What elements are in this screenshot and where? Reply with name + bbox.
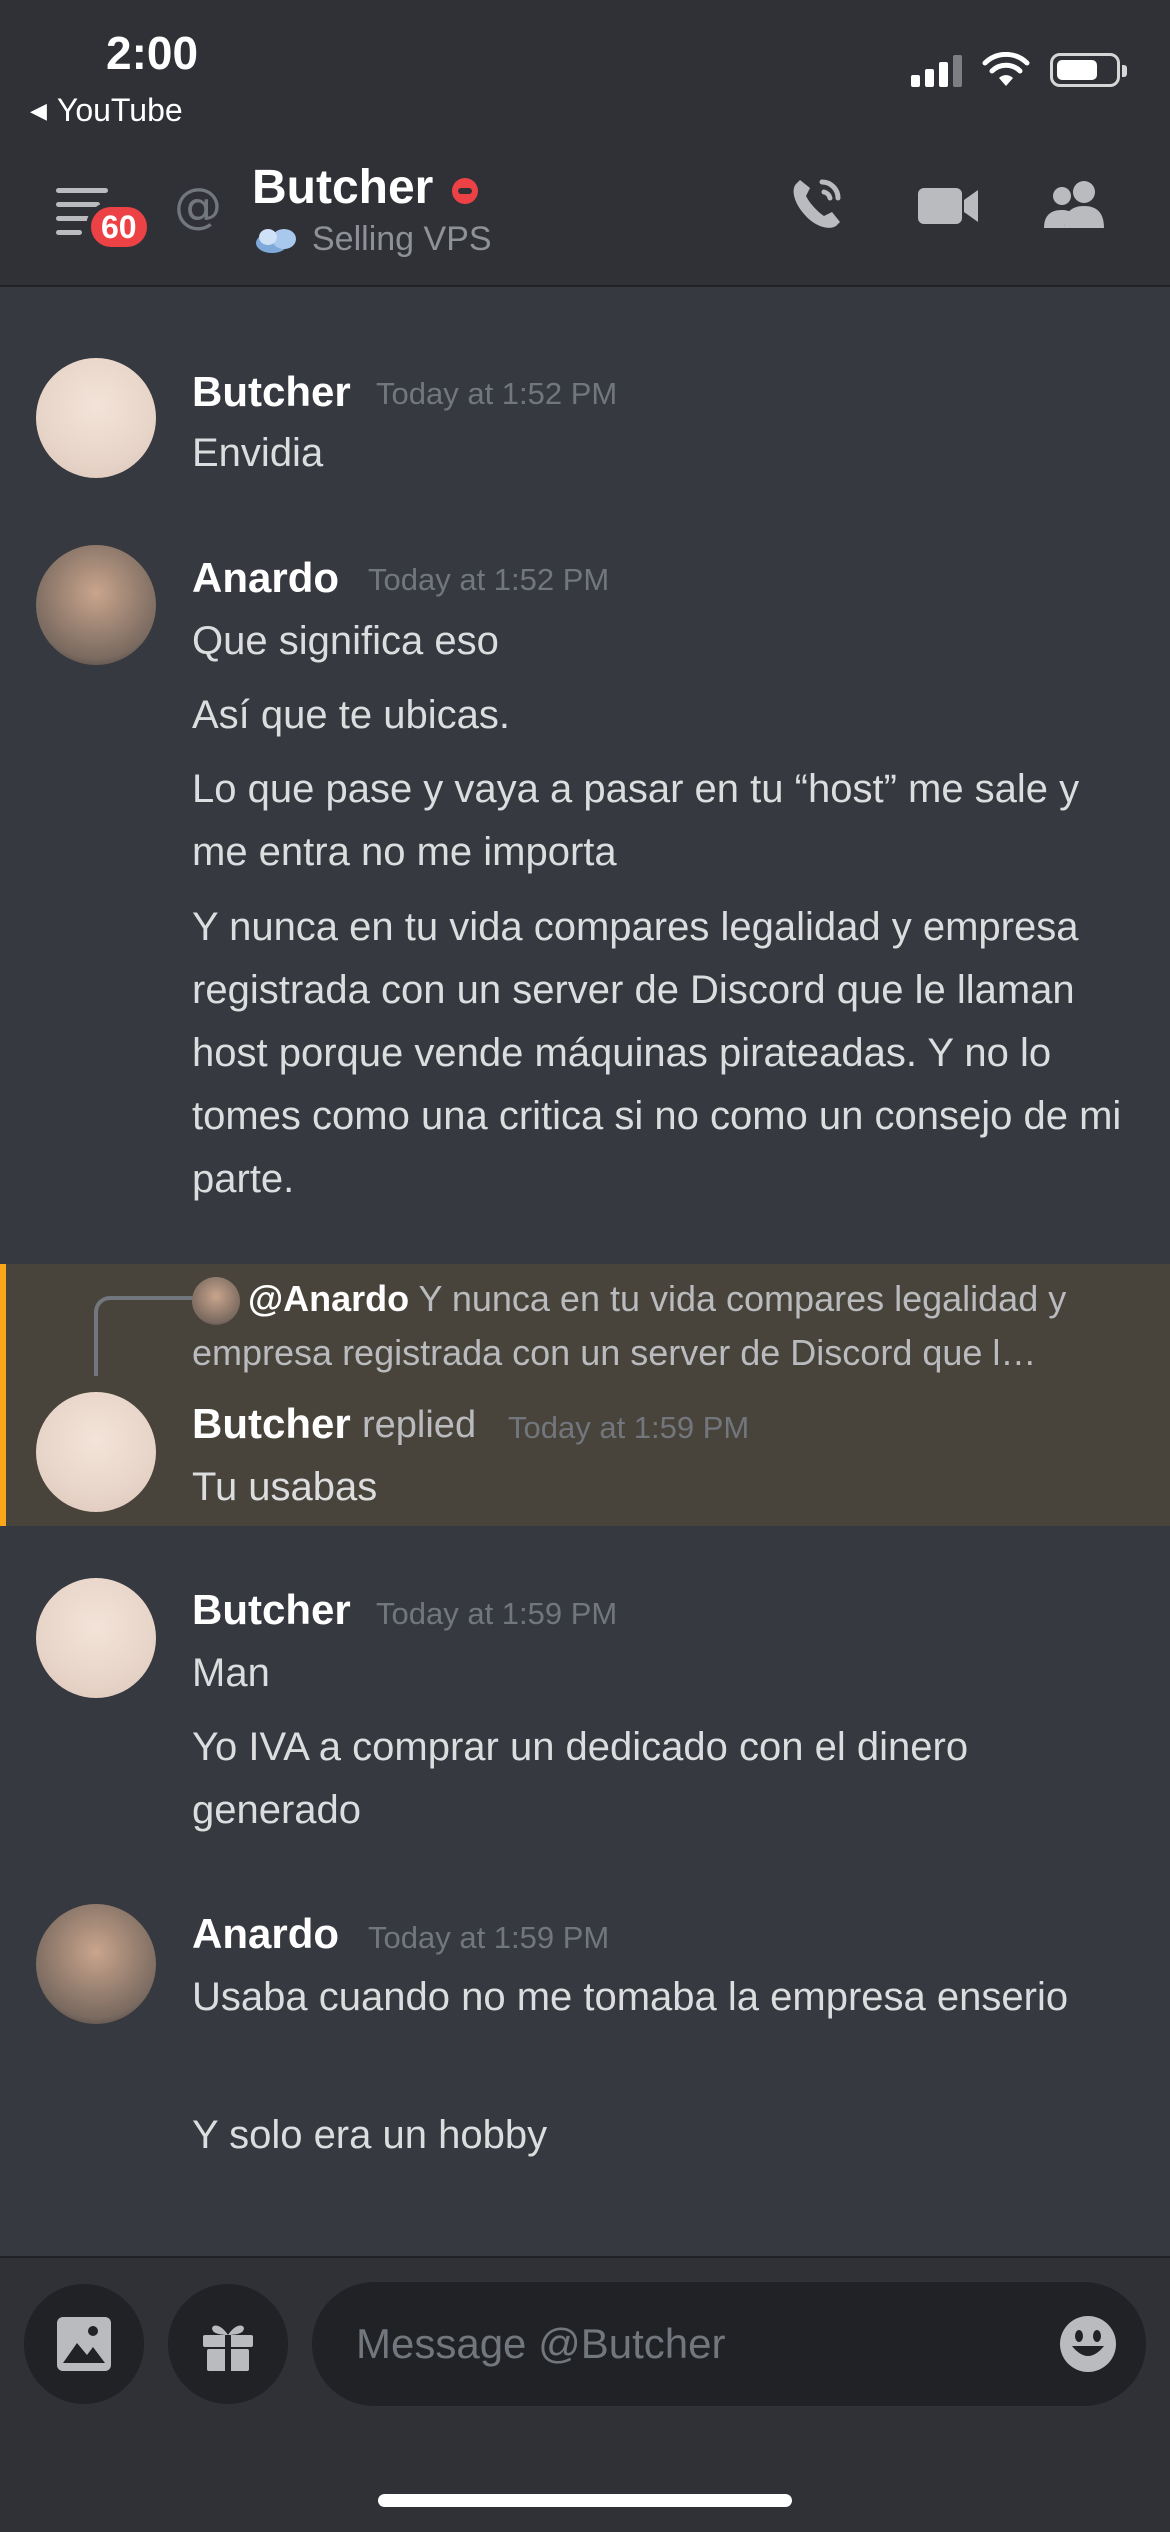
message-timestamp: Today at 1:59 PM	[368, 1920, 610, 1955]
custom-status: Selling VPS	[252, 220, 492, 259]
message-text: Man	[192, 1651, 270, 1695]
video-camera-icon	[918, 188, 978, 224]
avatar-butcher[interactable]	[36, 358, 156, 478]
message-input-placeholder: Message @Butcher	[356, 2320, 726, 2367]
back-to-app-link[interactable]: ◀ YouTube	[30, 92, 183, 129]
reply-avatar-anardo	[192, 1277, 240, 1326]
message-text: Así que te ubicas.	[192, 693, 510, 737]
message-timestamp: Today at 1:52 PM	[368, 562, 610, 597]
back-app-label: YouTube	[56, 92, 183, 128]
gift-icon	[203, 2325, 253, 2371]
unread-badge: 60	[86, 202, 152, 252]
home-indicator[interactable]	[378, 2494, 792, 2507]
battery-icon	[1050, 53, 1127, 87]
message-text: Lo que pase y vaya a pasar en tu “host” …	[192, 767, 1080, 874]
avatar-anardo[interactable]	[36, 545, 156, 665]
message-text: Envidia	[192, 431, 324, 475]
dm-recipient-name[interactable]: Butcher	[252, 160, 433, 215]
message-text: Que significa eso	[192, 619, 499, 663]
video-call-button[interactable]	[908, 170, 988, 240]
attach-image-button[interactable]	[24, 2284, 144, 2404]
cloud-icon	[256, 228, 296, 253]
reply-connector	[94, 1296, 194, 1376]
message-text: Tu usabas	[192, 1465, 378, 1509]
message-input[interactable]: Message @Butcher	[312, 2282, 1146, 2406]
message-author[interactable]: Anardo	[192, 554, 339, 602]
at-icon: @	[174, 178, 222, 234]
reply-mention[interactable]: @Anardo	[248, 1278, 409, 1319]
member-list-button[interactable]	[1038, 170, 1118, 240]
people-icon	[1044, 181, 1104, 228]
message-text: Y solo era un hobby	[192, 2113, 548, 2157]
message-author[interactable]: Butcher	[192, 368, 351, 416]
custom-status-text: Selling VPS	[312, 220, 492, 258]
message-timestamp: Today at 1:59 PM	[376, 1596, 618, 1631]
replied-label: replied	[362, 1404, 477, 1446]
gift-button[interactable]	[168, 2284, 288, 2404]
reply-reference[interactable]: @Anardo Y nunca en tu vida compares lega…	[192, 1272, 1142, 1380]
avatar-anardo[interactable]	[36, 1904, 156, 2024]
emoji-icon[interactable]	[1058, 2314, 1118, 2374]
avatar-butcher[interactable]	[36, 1578, 156, 1698]
status-time: 2:00	[106, 27, 199, 79]
top-bar: 2:00 ◀ YouTube 60 @ Butcher Selling VPS	[0, 0, 1170, 287]
cellular-signal-icon	[911, 53, 962, 87]
message-author[interactable]: Butcher	[192, 1586, 351, 1634]
back-triangle-icon: ◀	[30, 97, 47, 123]
message-author[interactable]: Anardo	[192, 1910, 339, 1958]
phone-call-icon	[793, 179, 841, 228]
status-icons	[911, 52, 1127, 88]
message-timestamp: Today at 1:52 PM	[376, 376, 618, 411]
wifi-icon	[982, 52, 1030, 86]
dnd-status-icon	[452, 178, 478, 204]
message-text: Usaba cuando no me tomaba la empresa ens…	[192, 1975, 1069, 2019]
image-icon	[57, 2317, 111, 2371]
voice-call-button[interactable]	[778, 170, 858, 240]
message-author[interactable]: Butcher	[192, 1400, 351, 1448]
message-timestamp: Today at 1:59 PM	[508, 1410, 750, 1445]
message-text: Y nunca en tu vida compares legalidad y …	[192, 905, 1122, 1201]
message-text: Yo IVA a comprar un dedicado con el dine…	[192, 1725, 969, 1832]
avatar-butcher[interactable]	[36, 1392, 156, 1512]
